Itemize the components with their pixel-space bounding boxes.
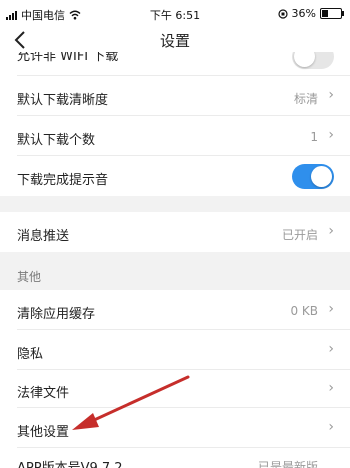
legal-label: 法律文件: [17, 386, 70, 401]
nav-bar: 设置: [0, 28, 350, 52]
orientation-lock-icon: [277, 8, 288, 19]
chevron-right-icon: ›: [328, 127, 334, 143]
battery-fill: [322, 10, 328, 17]
settings-row-push[interactable]: 消息推送 已开启 ›: [0, 212, 350, 252]
chevron-right-icon: ›: [328, 87, 334, 103]
settings-row-complete-sound[interactable]: 下载完成提示音: [0, 156, 350, 196]
push-value: 已开启: [281, 228, 318, 242]
section-header-other: 其他: [0, 252, 350, 290]
toggle-knob: [311, 166, 332, 187]
chevron-right-icon: ›: [328, 223, 334, 239]
push-label: 消息推送: [17, 229, 70, 244]
settings-row-clarity[interactable]: 默认下载清晰度 标清 ›: [0, 76, 350, 116]
count-value: 1: [310, 130, 318, 144]
cache-value: 0 KB: [290, 304, 318, 318]
settings-row-privacy[interactable]: 隐私 ›: [0, 330, 350, 370]
chevron-right-icon: ›: [328, 419, 334, 435]
chevron-right-icon: ›: [328, 341, 334, 357]
chevron-right-icon: ›: [328, 380, 334, 396]
cache-label: 清除应用缓存: [17, 307, 96, 322]
toggle-knob: [294, 52, 315, 67]
version-value: 已是最新版: [257, 460, 318, 468]
version-label: APP版本号V9.7.2: [17, 457, 123, 468]
wifi-download-label: 允许非 WIFI 下载: [17, 52, 119, 64]
complete-sound-toggle[interactable]: [292, 164, 334, 189]
settings-row-version[interactable]: APP版本号V9.7.2 已是最新版: [0, 448, 350, 468]
settings-row-other-settings[interactable]: 其他设置 ›: [0, 408, 350, 448]
other-settings-label: 其他设置: [17, 425, 70, 440]
settings-row-wifi-download[interactable]: 允许非 WIFI 下载: [0, 52, 350, 76]
clarity-label: 默认下载清晰度: [17, 93, 109, 108]
privacy-label: 隐私: [17, 347, 44, 362]
page-title: 设置: [159, 32, 190, 50]
status-bar: 中国电信 下午 6:51 36%: [0, 0, 350, 28]
status-right: 36%: [277, 7, 344, 20]
settings-row-legal[interactable]: 法律文件 ›: [0, 370, 350, 408]
clarity-value: 标清: [293, 92, 318, 106]
sound-label: 下载完成提示音: [17, 173, 109, 188]
section-title: 其他: [17, 270, 42, 284]
wifi-download-toggle[interactable]: [292, 52, 334, 69]
battery-percent: 36%: [291, 7, 316, 20]
settings-row-download-count[interactable]: 默认下载个数 1 ›: [0, 116, 350, 156]
chevron-right-icon: ›: [328, 301, 334, 317]
battery-icon: [320, 8, 344, 19]
settings-row-clear-cache[interactable]: 清除应用缓存 0 KB ›: [0, 290, 350, 330]
count-label: 默认下载个数: [17, 133, 96, 148]
